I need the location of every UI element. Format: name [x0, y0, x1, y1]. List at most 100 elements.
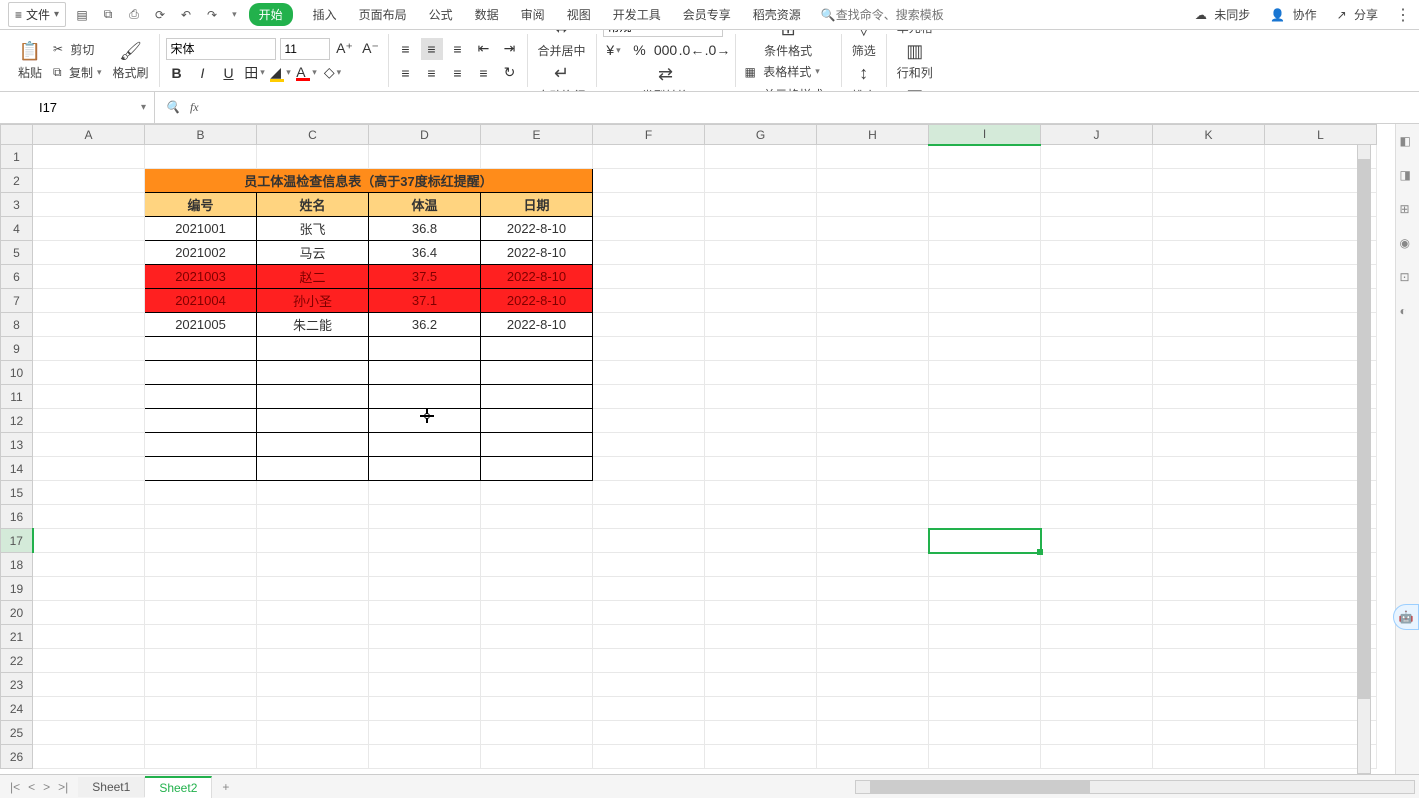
cell[interactable] — [1041, 385, 1153, 409]
cell[interactable] — [593, 577, 705, 601]
cell[interactable] — [1041, 481, 1153, 505]
first-sheet-icon[interactable]: |< — [10, 780, 20, 794]
print-preview-icon[interactable]: ⧉ — [100, 7, 116, 23]
cell[interactable]: 2021002 — [145, 241, 257, 265]
sheet-tab[interactable]: Sheet1 — [78, 777, 145, 797]
cell[interactable] — [593, 217, 705, 241]
cell[interactable] — [593, 481, 705, 505]
cell[interactable] — [929, 169, 1041, 193]
row-header[interactable]: 14 — [1, 457, 33, 481]
cell[interactable] — [929, 313, 1041, 337]
cell[interactable] — [929, 145, 1041, 169]
row-header[interactable]: 11 — [1, 385, 33, 409]
row-header[interactable]: 10 — [1, 361, 33, 385]
cell[interactable] — [145, 577, 257, 601]
cell[interactable] — [33, 217, 145, 241]
print-icon[interactable]: ⎙ — [126, 7, 142, 23]
cell[interactable] — [1153, 481, 1265, 505]
cell[interactable] — [1041, 505, 1153, 529]
row-header[interactable]: 24 — [1, 697, 33, 721]
cell[interactable] — [145, 337, 257, 361]
cell[interactable] — [33, 481, 145, 505]
zoom-icon[interactable]: 🔍 — [165, 100, 180, 115]
cell[interactable] — [705, 385, 817, 409]
cell[interactable] — [817, 457, 929, 481]
cell[interactable] — [1041, 313, 1153, 337]
last-sheet-icon[interactable]: >| — [58, 780, 68, 794]
sheet-tab[interactable]: Sheet2 — [145, 776, 212, 798]
cell[interactable] — [929, 337, 1041, 361]
cond-format-button[interactable]: ⊞条件格式 — [760, 30, 816, 61]
cell[interactable] — [145, 649, 257, 673]
cell[interactable] — [817, 313, 929, 337]
cell[interactable] — [481, 529, 593, 553]
cell[interactable] — [1153, 745, 1265, 769]
row-header[interactable]: 17 — [1, 529, 33, 553]
cell[interactable] — [1153, 289, 1265, 313]
side-tool-icon[interactable]: ⊞ — [1400, 202, 1416, 218]
cell[interactable] — [705, 625, 817, 649]
cell[interactable] — [705, 241, 817, 265]
cell[interactable] — [145, 505, 257, 529]
cell[interactable] — [369, 721, 481, 745]
row-header[interactable]: 22 — [1, 649, 33, 673]
cell[interactable]: 编号 — [145, 193, 257, 217]
cell[interactable] — [705, 697, 817, 721]
cell[interactable]: 张飞 — [257, 217, 369, 241]
cell[interactable] — [33, 625, 145, 649]
cell[interactable] — [1041, 745, 1153, 769]
side-tool-icon[interactable]: ◉ — [1400, 236, 1416, 252]
cell[interactable] — [817, 529, 929, 553]
cell[interactable] — [705, 193, 817, 217]
cell[interactable] — [817, 361, 929, 385]
cell[interactable] — [817, 217, 929, 241]
cell[interactable] — [33, 193, 145, 217]
cell[interactable] — [593, 649, 705, 673]
cell[interactable] — [817, 481, 929, 505]
wrap-button[interactable]: ↵自动换行 — [534, 61, 590, 93]
cell[interactable] — [929, 265, 1041, 289]
cell[interactable] — [257, 553, 369, 577]
cell[interactable] — [481, 409, 593, 433]
cell[interactable] — [1041, 169, 1153, 193]
file-menu[interactable]: ≡ 文件 ▾ — [8, 2, 66, 27]
cell[interactable] — [1041, 625, 1153, 649]
scrollbar-thumb[interactable] — [1358, 159, 1370, 699]
cell[interactable] — [145, 409, 257, 433]
cell[interactable] — [817, 337, 929, 361]
cell[interactable] — [1153, 697, 1265, 721]
save-icon[interactable]: ▤ — [74, 7, 90, 23]
cell[interactable] — [33, 313, 145, 337]
cell[interactable] — [1153, 721, 1265, 745]
row-header[interactable]: 12 — [1, 409, 33, 433]
cell[interactable]: 2022-8-10 — [481, 241, 593, 265]
cell[interactable] — [257, 577, 369, 601]
cell[interactable] — [33, 697, 145, 721]
cell[interactable]: 朱二能 — [257, 313, 369, 337]
cell[interactable] — [369, 457, 481, 481]
cell[interactable] — [1041, 577, 1153, 601]
merge-center-button[interactable]: ⬌合并居中 — [534, 30, 590, 61]
cell[interactable] — [1153, 625, 1265, 649]
cell[interactable] — [1153, 649, 1265, 673]
cell[interactable] — [817, 745, 929, 769]
tab-home[interactable]: 开始 — [249, 3, 293, 26]
border-button[interactable]: 田▾ — [244, 62, 266, 84]
cell[interactable] — [1153, 433, 1265, 457]
cell[interactable] — [1041, 145, 1153, 169]
column-header[interactable]: G — [705, 125, 817, 145]
cell[interactable]: 体温 — [369, 193, 481, 217]
chevron-down-icon[interactable]: ▾ — [141, 102, 146, 113]
cell[interactable] — [369, 577, 481, 601]
cell[interactable] — [145, 529, 257, 553]
column-header[interactable]: B — [145, 125, 257, 145]
cell[interactable] — [33, 409, 145, 433]
cell[interactable] — [929, 673, 1041, 697]
collab-button[interactable]: 👤 协作 — [1267, 4, 1319, 25]
cell[interactable] — [369, 385, 481, 409]
column-header[interactable]: J — [1041, 125, 1153, 145]
cell[interactable] — [817, 577, 929, 601]
cell[interactable] — [705, 529, 817, 553]
cell-button[interactable]: ▢单元格 — [893, 30, 937, 38]
cell[interactable] — [1153, 241, 1265, 265]
